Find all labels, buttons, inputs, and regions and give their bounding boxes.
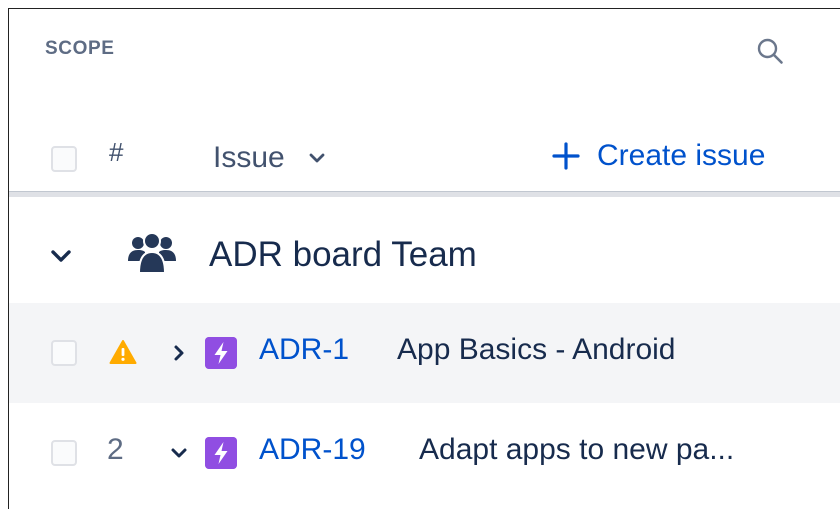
chevron-right-icon[interactable]	[169, 343, 189, 363]
issue-summary: App Basics - Android	[397, 333, 676, 366]
plus-icon	[552, 142, 580, 170]
warning-icon	[109, 340, 137, 364]
issue-sort-dropdown[interactable]: Issue	[213, 141, 327, 175]
column-header-row: # Issue Create issue	[9, 119, 840, 191]
select-all-checkbox[interactable]	[51, 146, 77, 172]
issue-summary: Adapt apps to new pa...	[419, 433, 735, 466]
issue-row[interactable]: 2 ADR-19 Adapt apps to new pa...	[9, 403, 840, 503]
issue-key-link[interactable]: ADR-1	[259, 333, 349, 367]
create-issue-label: Create issue	[597, 139, 766, 172]
create-issue-button[interactable]: Create issue	[549, 139, 765, 173]
search-icon[interactable]	[755, 36, 785, 66]
scope-title: SCOPE	[45, 38, 115, 59]
epic-icon	[205, 437, 237, 469]
chevron-down-icon[interactable]	[169, 443, 189, 463]
header-divider	[9, 191, 840, 197]
issue-row[interactable]: ADR-1 App Basics - Android	[9, 303, 840, 403]
scope-panel: SCOPE # Issue Create issue ADR board Tea…	[8, 8, 840, 509]
team-name: ADR board Team	[209, 235, 477, 274]
team-group-row: ADR board Team	[9, 217, 840, 297]
chevron-down-icon	[309, 153, 325, 163]
issue-sort-label: Issue	[213, 141, 285, 174]
rank-number: 2	[107, 433, 124, 466]
row-checkbox[interactable]	[51, 440, 77, 466]
row-checkbox[interactable]	[51, 340, 77, 366]
team-icon	[128, 232, 176, 274]
epic-icon	[205, 337, 237, 369]
issue-key-link[interactable]: ADR-19	[259, 433, 366, 467]
rank-column-label: #	[109, 137, 124, 167]
chevron-down-icon[interactable]	[49, 244, 73, 268]
